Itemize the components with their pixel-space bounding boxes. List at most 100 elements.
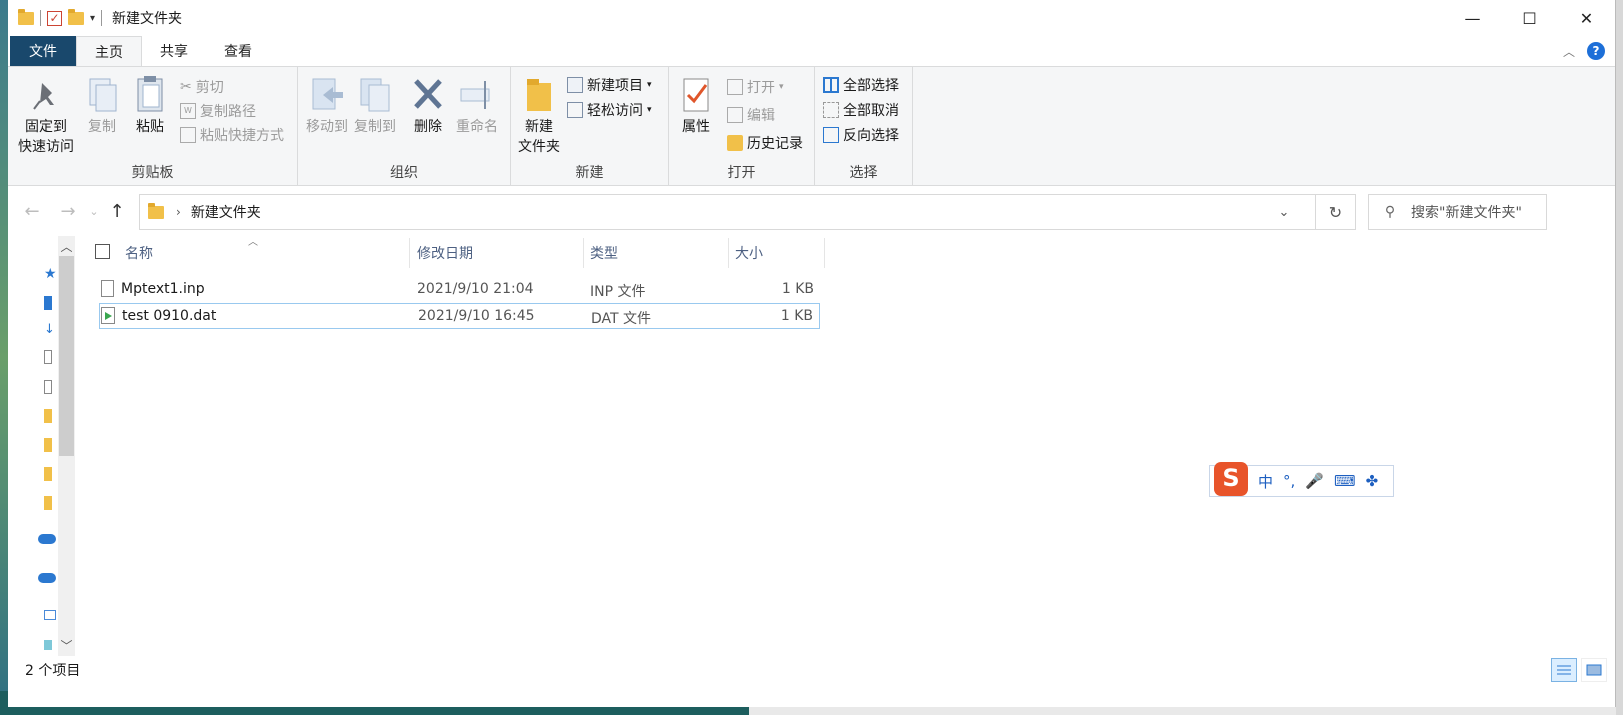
easy-access-button[interactable]: 轻松访问 ▾ (567, 98, 652, 122)
column-header-name[interactable]: 名称 (125, 236, 153, 270)
onedrive-cloud-icon[interactable] (38, 534, 56, 544)
copy-to-button[interactable]: 复制到 (352, 71, 398, 137)
scrollbar-thumb[interactable] (59, 256, 74, 456)
address-dropdown-icon[interactable]: ⌄ (1267, 195, 1301, 229)
delete-button[interactable]: 删除 (408, 71, 448, 137)
new-item-icon (567, 77, 583, 93)
tab-home[interactable]: 主页 (76, 36, 142, 66)
select-all-button[interactable]: 全部选择 (823, 73, 899, 97)
column-divider[interactable] (583, 238, 584, 268)
column-divider[interactable] (824, 238, 825, 268)
cut-label: 剪切 (195, 80, 224, 96)
file-name: test 0910.dat (122, 308, 217, 324)
copy-path-button[interactable]: W 复制路径 (180, 99, 256, 123)
edit-icon (727, 107, 743, 123)
pin-quick-access-button[interactable]: 固定到 快速访问 (14, 71, 78, 157)
ime-mode-toggle[interactable]: 中 (1258, 471, 1273, 492)
group-select: 全部选择 全部取消 反向选择 选择 (815, 67, 913, 186)
this-pc-icon[interactable] (44, 610, 56, 620)
address-bar[interactable]: › 新建文件夹 ⌄ ↻ (139, 194, 1356, 230)
new-folder-qat-icon[interactable] (68, 8, 84, 25)
up-arrow-icon[interactable]: ↑ (102, 201, 132, 222)
sort-ascending-icon: ︿ (248, 237, 258, 248)
punctuation-icon[interactable]: °, (1283, 472, 1295, 490)
scroll-up-arrow-icon[interactable]: ︿ (58, 238, 75, 255)
forward-arrow-icon[interactable]: → (50, 201, 86, 222)
breadcrumb-chevron-icon[interactable]: › (176, 205, 181, 219)
cut-button[interactable]: ✂ 剪切 (180, 75, 224, 99)
drive-icon[interactable] (44, 640, 52, 650)
sogou-logo-icon[interactable]: S (1214, 462, 1248, 496)
tab-view[interactable]: 查看 (206, 36, 270, 66)
select-none-button[interactable]: 全部取消 (823, 98, 899, 122)
refresh-icon[interactable]: ↻ (1315, 195, 1355, 229)
file-type: DAT 文件 (591, 311, 652, 327)
new-item-button[interactable]: 新建项目 ▾ (567, 73, 652, 97)
properties-check-icon[interactable]: ✓ (47, 10, 62, 26)
toolbox-menu-icon[interactable]: ✤ (1366, 472, 1379, 490)
file-modified: 2021/9/10 21:04 (417, 281, 534, 297)
file-modified: 2021/9/10 16:45 (418, 308, 535, 324)
new-folder-button[interactable]: 新建 文件夹 (515, 71, 563, 157)
move-to-label: 移动到 (306, 119, 348, 135)
folder-icon[interactable] (44, 496, 52, 510)
paste-shortcut-button[interactable]: 粘贴快捷方式 (180, 123, 284, 147)
group-new: 新建 文件夹 新建项目 ▾ 轻松访问 ▾ 新建 (511, 67, 669, 186)
pin-label-2: 快速访问 (18, 139, 74, 155)
column-divider[interactable] (409, 238, 410, 268)
invert-selection-button[interactable]: 反向选择 (823, 123, 899, 147)
move-to-button[interactable]: 移动到 (304, 71, 350, 137)
new-folder-label-1: 新建 (525, 119, 553, 135)
folder-icon[interactable] (44, 438, 52, 452)
minimize-button[interactable]: — (1444, 0, 1501, 36)
select-all-label: 全部选择 (843, 78, 899, 94)
open-button[interactable]: 打开 ▾ (727, 75, 784, 99)
scroll-down-arrow-icon[interactable]: ﹀ (58, 637, 75, 654)
microphone-icon[interactable]: 🎤 (1305, 472, 1324, 490)
rename-button[interactable]: 重命名 (452, 71, 502, 137)
onedrive-cloud-icon[interactable] (38, 573, 56, 583)
breadcrumb-current[interactable]: 新建文件夹 (191, 202, 261, 222)
copy-button[interactable]: 复制 (82, 71, 122, 137)
tab-file[interactable]: 文件 (10, 36, 76, 66)
back-arrow-icon[interactable]: ← (14, 201, 50, 222)
title-bar: ✓ ▾ 新建文件夹 — ☐ ✕ (8, 0, 1615, 36)
qat-dropdown-icon[interactable]: ▾ (90, 13, 95, 24)
nav-pane-scrollbar[interactable]: ︿ ﹀ (58, 236, 75, 656)
open-label: 打开 (747, 80, 775, 96)
column-divider[interactable] (728, 238, 729, 268)
column-header-modified[interactable]: 修改日期 (417, 236, 473, 270)
search-box[interactable]: ⚲ 搜索"新建文件夹" (1368, 194, 1547, 230)
invert-selection-icon (823, 127, 839, 143)
select-all-checkbox[interactable] (95, 244, 110, 259)
close-button[interactable]: ✕ (1558, 0, 1615, 36)
ime-toolbar[interactable]: S 中 °, 🎤 ⌨ ✤ (1209, 462, 1394, 497)
item-count: 2 个项目 (25, 663, 81, 679)
paste-button[interactable]: 粘贴 (130, 71, 170, 137)
documents-icon[interactable] (44, 350, 52, 364)
quick-access-star-icon[interactable]: ★ (44, 266, 58, 282)
table-row[interactable]: Mptext1.inp 2021/9/10 21:04 INP 文件 1 KB (99, 277, 820, 303)
edit-label: 编辑 (747, 108, 775, 124)
large-icons-view-icon[interactable] (1581, 658, 1607, 682)
keyboard-icon[interactable]: ⌨ (1334, 472, 1356, 490)
pictures-icon[interactable] (44, 380, 52, 394)
history-button[interactable]: 历史记录 (727, 131, 803, 155)
table-row[interactable]: test 0910.dat 2021/9/10 16:45 DAT 文件 1 K… (99, 303, 820, 329)
help-icon[interactable]: ? (1587, 42, 1605, 60)
recent-locations-chevron-icon[interactable]: ⌄ (86, 205, 102, 218)
edit-button[interactable]: 编辑 (727, 103, 775, 127)
folder-icon[interactable] (44, 467, 52, 481)
collapse-ribbon-icon[interactable]: ︿ (1563, 43, 1575, 60)
column-header-size[interactable]: 大小 (735, 236, 763, 270)
maximize-button[interactable]: ☐ (1501, 0, 1558, 36)
tab-share[interactable]: 共享 (142, 36, 206, 66)
downloads-icon[interactable]: ↓ (44, 322, 55, 337)
details-view-icon[interactable] (1551, 658, 1577, 682)
desktop-icon[interactable] (44, 296, 52, 310)
properties-button[interactable]: 属性 (675, 71, 717, 137)
properties-label: 属性 (682, 119, 710, 135)
copy-icon (84, 75, 120, 115)
column-header-type[interactable]: 类型 (590, 236, 618, 270)
folder-icon[interactable] (44, 409, 52, 423)
